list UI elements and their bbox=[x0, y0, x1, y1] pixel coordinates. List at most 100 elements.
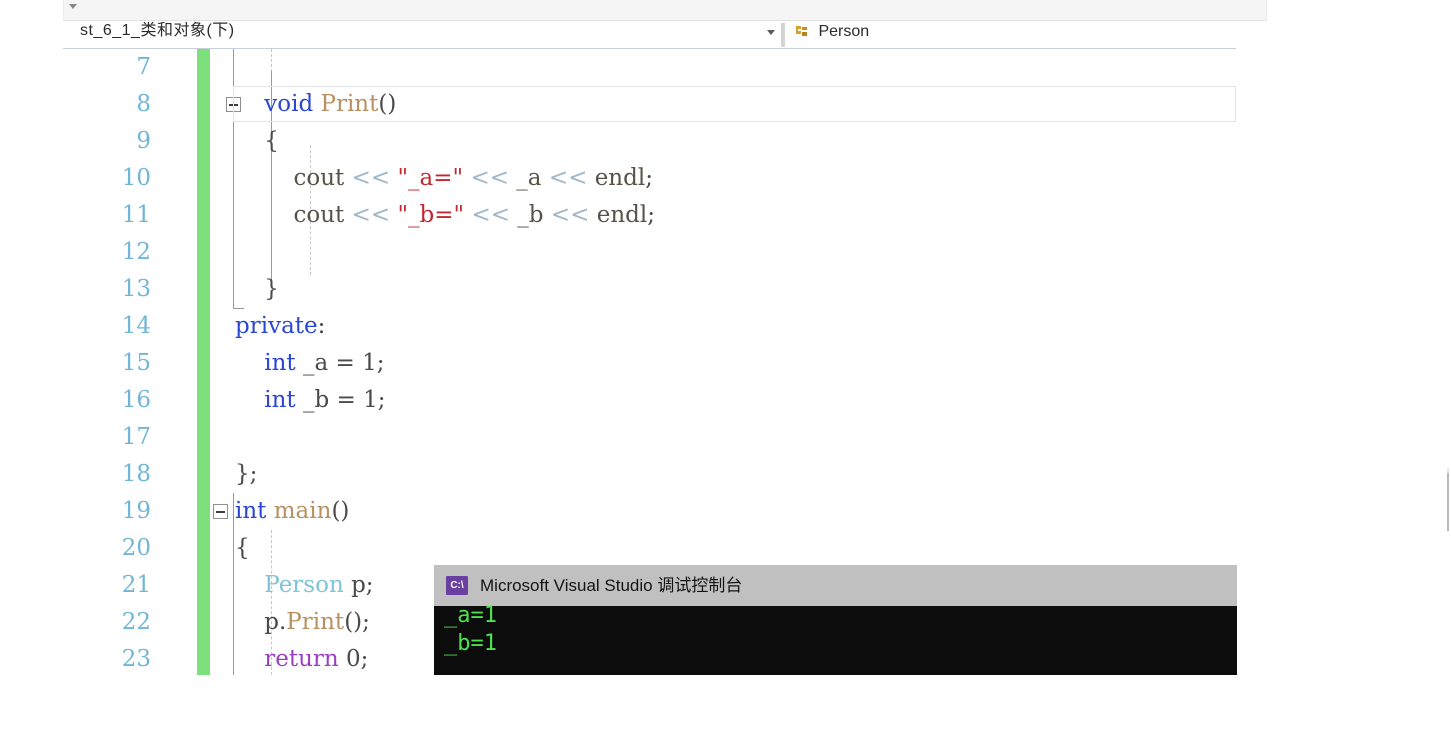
line-number: 17 bbox=[121, 424, 151, 450]
line-number: 14 bbox=[121, 313, 151, 339]
code-token: int bbox=[264, 350, 296, 376]
line-change-indicator bbox=[197, 345, 210, 382]
code-token: }; bbox=[235, 461, 258, 487]
code-token: endl bbox=[594, 165, 646, 191]
code-token: ; bbox=[645, 165, 653, 191]
code-line[interactable]: 7 bbox=[63, 49, 1236, 86]
code-line-text: void Print() bbox=[235, 86, 396, 123]
line-change-indicator bbox=[197, 493, 210, 530]
line-number: 9 bbox=[136, 128, 151, 154]
code-token: () bbox=[378, 91, 397, 117]
class-member-icon bbox=[793, 23, 810, 40]
navbar-type-label: st_6_1_类和对象(下) bbox=[80, 22, 235, 39]
code-token: Person bbox=[264, 572, 344, 598]
code-token: Print bbox=[320, 91, 379, 117]
navbar-member-label: Person bbox=[818, 23, 870, 40]
navbar-type-dropdown[interactable]: st_6_1_类和对象(下) bbox=[80, 22, 730, 46]
code-token: int bbox=[264, 387, 296, 413]
code-token: "_b=" bbox=[397, 202, 465, 228]
code-token: 0; bbox=[338, 646, 369, 672]
chevron-down-icon[interactable] bbox=[69, 4, 77, 9]
code-token: << bbox=[351, 202, 391, 228]
code-line[interactable]: 12 bbox=[63, 234, 1236, 271]
code-token: private bbox=[235, 313, 318, 339]
code-token: main bbox=[273, 498, 332, 524]
chevron-down-icon[interactable] bbox=[767, 30, 775, 35]
code-token: << bbox=[550, 202, 590, 228]
line-change-indicator bbox=[197, 456, 210, 493]
code-line[interactable]: 16 int _b = 1; bbox=[63, 382, 1236, 419]
navbar-member-dropdown[interactable]: Person bbox=[793, 22, 869, 47]
code-token: return bbox=[264, 646, 339, 672]
code-token: << bbox=[471, 202, 510, 228]
code-line[interactable]: 11 cout << "_b=" << _b << endl; bbox=[63, 197, 1236, 234]
line-number: 21 bbox=[121, 572, 151, 598]
code-line[interactable]: 18}; bbox=[63, 456, 1236, 493]
page-scrollbar-thumb[interactable] bbox=[1447, 473, 1449, 531]
console-output-area[interactable]: _a=1 _b=1 bbox=[434, 606, 1237, 675]
code-line-text: p.Print(); bbox=[235, 604, 370, 641]
editor-navigation-bar: st_6_1_类和对象(下) Person bbox=[63, 22, 1236, 49]
code-line-text: } bbox=[235, 271, 279, 308]
console-title-label: Microsoft Visual Studio 调试控制台 bbox=[480, 576, 743, 595]
code-line-text: }; bbox=[235, 456, 257, 493]
code-token: ; bbox=[647, 202, 655, 228]
code-line-text: { bbox=[235, 123, 279, 160]
code-line[interactable]: 15 int _a = 1; bbox=[63, 345, 1236, 382]
line-change-indicator bbox=[197, 530, 210, 567]
code-token: _b bbox=[517, 202, 544, 228]
code-token: Print bbox=[286, 609, 345, 635]
line-change-indicator bbox=[197, 382, 210, 419]
code-line-text: int main() bbox=[235, 493, 349, 530]
line-change-indicator bbox=[197, 123, 210, 160]
code-token: endl bbox=[596, 202, 648, 228]
line-number: 22 bbox=[121, 609, 151, 635]
line-number: 8 bbox=[136, 91, 151, 117]
line-change-indicator bbox=[197, 234, 210, 271]
line-number: 15 bbox=[121, 350, 151, 376]
console-title-bar[interactable]: C:\ Microsoft Visual Studio 调试控制台 bbox=[434, 565, 1237, 606]
code-line[interactable]: 8 void Print() bbox=[63, 86, 1236, 123]
line-change-indicator bbox=[197, 86, 210, 123]
line-number: 23 bbox=[121, 646, 151, 672]
code-line-text: cout << "_a=" << _a << endl; bbox=[235, 160, 653, 197]
line-number: 20 bbox=[121, 535, 151, 561]
code-line[interactable]: 10 cout << "_a=" << _a << endl; bbox=[63, 160, 1236, 197]
line-change-indicator bbox=[197, 604, 210, 641]
code-line-text: { bbox=[235, 530, 250, 567]
line-change-indicator bbox=[197, 49, 210, 86]
debug-console-window[interactable]: C:\ Microsoft Visual Studio 调试控制台 _a=1 _b… bbox=[434, 565, 1237, 675]
code-line[interactable]: 17 bbox=[63, 419, 1236, 456]
code-line[interactable]: 13 } bbox=[63, 271, 1236, 308]
code-line-text: int _b = 1; bbox=[235, 382, 385, 419]
code-line-text: int _a = 1; bbox=[235, 345, 384, 382]
line-number: 7 bbox=[136, 54, 151, 80]
code-line[interactable]: 14 private: bbox=[63, 308, 1236, 345]
code-token: << bbox=[548, 165, 588, 191]
line-change-indicator bbox=[197, 160, 210, 197]
code-token: _a bbox=[516, 165, 542, 191]
code-line[interactable]: 9 { bbox=[63, 123, 1236, 160]
code-token: { bbox=[235, 128, 279, 154]
code-line[interactable]: 19 int main() bbox=[63, 493, 1236, 530]
console-output-line: _a=1 bbox=[444, 606, 497, 628]
code-token: << bbox=[351, 165, 391, 191]
code-token: int bbox=[235, 498, 267, 524]
line-change-indicator bbox=[197, 641, 210, 675]
line-change-indicator bbox=[197, 308, 210, 345]
code-line[interactable]: 20 { bbox=[63, 530, 1236, 567]
code-line-text: private: bbox=[235, 308, 325, 345]
line-change-indicator bbox=[197, 419, 210, 456]
code-token: _b = 1; bbox=[295, 387, 386, 413]
line-number: 12 bbox=[121, 239, 151, 265]
